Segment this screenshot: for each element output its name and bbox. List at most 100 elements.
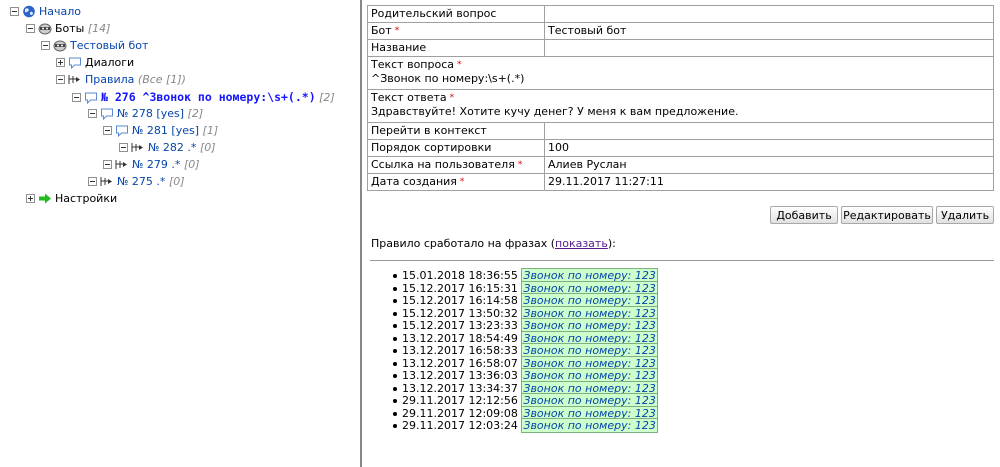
bot-icon	[53, 39, 67, 52]
phrase-link[interactable]: Звонок по номеру: 123	[521, 418, 658, 433]
tree-node-count: [2]	[319, 91, 335, 104]
properties-table: Родительский вопрос Бот * Тестовый бот На…	[367, 5, 994, 191]
tree-node-label[interactable]: Диалоги	[85, 56, 134, 69]
tree-node-label[interactable]: № 275 .*	[117, 175, 165, 188]
field-label: Текст вопроса	[371, 58, 454, 71]
collapse-toggle-icon[interactable]	[88, 108, 97, 118]
row-parent-question: Родительский вопрос	[367, 5, 994, 23]
field-value: Здравствуйте! Хотите кучу денег? У меня …	[371, 105, 739, 118]
tree-node-rule-276[interactable]: № 276 ^Звонок по номеру:\s+(.*) [2]	[72, 89, 335, 105]
tree-node-rule-281[interactable]: № 281 [yes] [1]	[103, 123, 218, 139]
field-value	[544, 122, 994, 140]
field-label: Бот	[371, 24, 392, 37]
tree-node-rule-282[interactable]: № 282 .* [0]	[119, 140, 216, 156]
speech-bubble-icon	[84, 91, 98, 104]
field-cell: Текст ответа * Здравствуйте! Хотите кучу …	[367, 89, 994, 123]
field-label-line: Текст ответа *	[371, 91, 990, 105]
row-goto-context: Перейти в контекст	[367, 122, 994, 140]
collapse-toggle-icon[interactable]	[88, 176, 97, 186]
tree-node-count: [0]	[183, 158, 200, 171]
tree-node-count: [0]	[199, 141, 216, 154]
show-phrases-link[interactable]: показать	[555, 237, 608, 250]
tree-node-rule-275[interactable]: № 275 .* [0]	[88, 174, 185, 190]
bullet-icon	[393, 286, 397, 291]
tree-node-label[interactable]: Боты	[55, 22, 84, 35]
row-question-text: Текст вопроса * ^Звонок по номеру:\s+(.*)	[367, 56, 994, 90]
bullet-icon	[393, 411, 397, 416]
field-cell: Текст вопроса * ^Звонок по номеру:\s+(.*)	[367, 56, 994, 90]
required-marker: *	[457, 60, 462, 70]
tree-node-label[interactable]: № 282 .*	[148, 141, 196, 154]
phrases-header: Правило сработало на фразах (показать):	[371, 237, 616, 250]
expand-toggle-icon[interactable]	[56, 57, 65, 67]
field-label: Родительский вопрос	[367, 5, 545, 23]
collapse-toggle-icon[interactable]	[119, 142, 128, 152]
tree-node-label[interactable]: Настройки	[55, 192, 117, 205]
tree-node-label[interactable]: № 279 .*	[132, 158, 180, 171]
field-label-cell: Бот *	[367, 22, 545, 40]
edit-button[interactable]: Редактировать	[841, 206, 933, 224]
collapse-toggle-icon[interactable]	[103, 125, 112, 135]
field-label: Дата создания	[371, 175, 457, 188]
add-button[interactable]: Добавить	[770, 206, 838, 224]
collapse-toggle-icon[interactable]	[72, 92, 81, 102]
tree-node-label[interactable]: № 278 [yes]	[117, 107, 184, 120]
tree-node-rules[interactable]: Правила (Все [1])	[56, 72, 186, 88]
phrase-timestamp: 13.12.2017 16:58:07	[402, 356, 518, 370]
phrase-timestamp: 15.01.2018 18:36:55	[402, 269, 518, 282]
tree-node-label[interactable]: Правила	[85, 73, 134, 86]
collapse-toggle-icon[interactable]	[41, 40, 50, 50]
field-label: Ссылка на пользователя	[371, 158, 515, 171]
bullet-icon	[393, 399, 397, 403]
rules-icon	[68, 73, 82, 86]
tree-node-count: [1]	[202, 124, 219, 137]
field-label: Название	[367, 39, 545, 57]
field-value: Тестовый бот	[544, 22, 994, 40]
tree-node-label[interactable]: № 276 ^Звонок по номеру:\s+(.*)	[101, 90, 316, 104]
expand-toggle-icon[interactable]	[26, 193, 35, 203]
tree-node-label[interactable]: Начало	[39, 5, 81, 18]
tree-node-bots[interactable]: Боты [14]	[26, 21, 110, 37]
bullet-icon	[393, 311, 397, 316]
tree-node-root[interactable]: Начало	[10, 4, 81, 20]
tree-node-rule-278[interactable]: № 278 [yes] [2]	[88, 106, 203, 122]
tree-node-test-bot[interactable]: Тестовый бот	[41, 38, 148, 54]
tree-panel: Начало Боты [14] Тестовый бот Диалоги Пр…	[0, 0, 360, 467]
panel-divider[interactable]	[360, 0, 362, 467]
rules-icon	[100, 175, 114, 188]
field-label-line: Текст вопроса *	[371, 58, 990, 72]
phrase-timestamp: 13.12.2017 13:34:37	[402, 381, 518, 395]
field-value	[544, 5, 994, 23]
speech-bubble-icon	[68, 56, 82, 69]
field-value: 29.11.2017 11:27:11	[544, 173, 994, 191]
row-user-link: Ссылка на пользователя * Алиев Руслан	[367, 156, 994, 174]
row-bot: Бот * Тестовый бот	[367, 22, 994, 40]
field-label-cell: Ссылка на пользователя *	[367, 156, 545, 174]
tree-node-dialogs[interactable]: Диалоги	[56, 55, 134, 71]
delete-button[interactable]: Удалить	[936, 206, 994, 224]
collapse-toggle-icon[interactable]	[26, 23, 35, 33]
rules-icon	[131, 141, 145, 154]
tree-node-label[interactable]: Тестовый бот	[70, 39, 148, 52]
list-item: 29.11.2017 12:03:24 Звонок по номеру: 12…	[393, 418, 658, 433]
rules-icon	[115, 158, 129, 171]
bot-icon	[38, 22, 52, 35]
row-answer-text: Текст ответа * Здравствуйте! Хотите кучу …	[367, 89, 994, 123]
row-name: Название	[367, 39, 994, 57]
tree-node-count: (Все [1])	[137, 73, 186, 86]
tree-node-count: [2]	[187, 107, 204, 120]
collapse-toggle-icon[interactable]	[56, 74, 65, 84]
required-marker: *	[517, 160, 523, 170]
tree-node-rule-279[interactable]: № 279 .* [0]	[103, 157, 200, 173]
tree-node-label[interactable]: № 281 [yes]	[132, 124, 199, 137]
bullet-icon	[393, 324, 397, 328]
phrase-timestamp: 15.12.2017 16:15:31	[402, 281, 518, 295]
phrase-timestamp: 15.12.2017 16:14:58	[402, 294, 518, 307]
field-value: Алиев Руслан	[544, 156, 994, 174]
tree-node-count: [14]	[87, 22, 111, 35]
collapse-toggle-icon[interactable]	[10, 6, 19, 16]
bullet-icon	[393, 299, 397, 303]
phrases-header-prefix: Правило сработало на фразах (	[371, 237, 556, 250]
tree-node-settings[interactable]: Настройки	[26, 191, 117, 207]
collapse-toggle-icon[interactable]	[103, 159, 112, 169]
